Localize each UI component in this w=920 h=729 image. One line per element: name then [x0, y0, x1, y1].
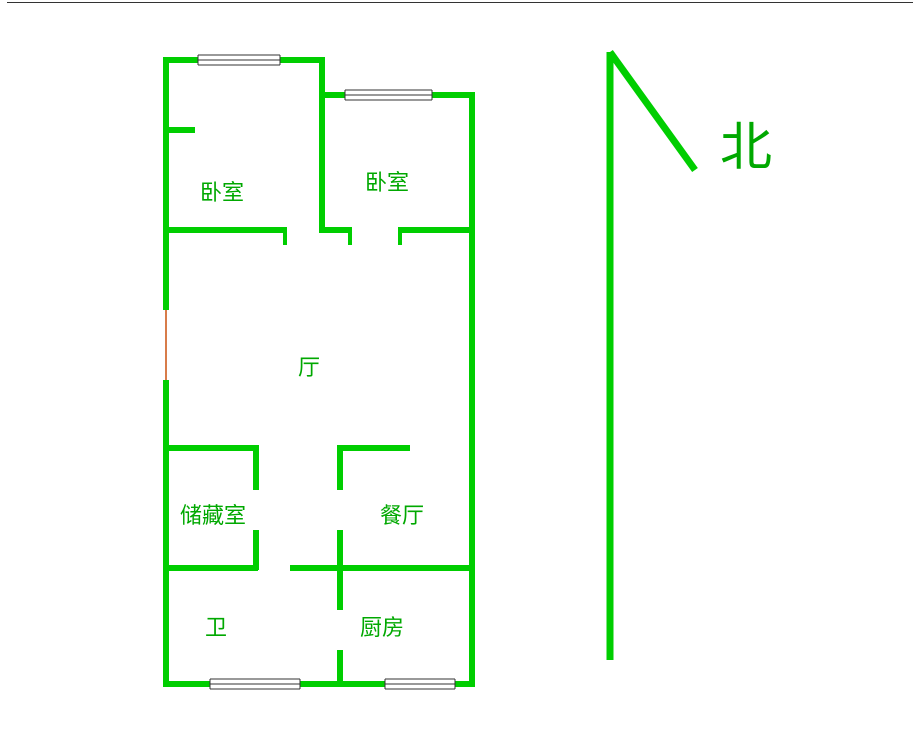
floor-plan-drawing — [0, 0, 920, 729]
label-bathroom: 卫 — [205, 610, 227, 642]
label-dining: 餐厅 — [380, 498, 424, 530]
label-storage: 储藏室 — [180, 498, 246, 530]
north-label: 北 — [720, 105, 772, 180]
label-bedroom-left: 卧室 — [200, 175, 244, 207]
label-living: 厅 — [298, 350, 320, 382]
label-kitchen: 厨房 — [360, 610, 404, 642]
label-bedroom-right: 卧室 — [365, 165, 409, 197]
